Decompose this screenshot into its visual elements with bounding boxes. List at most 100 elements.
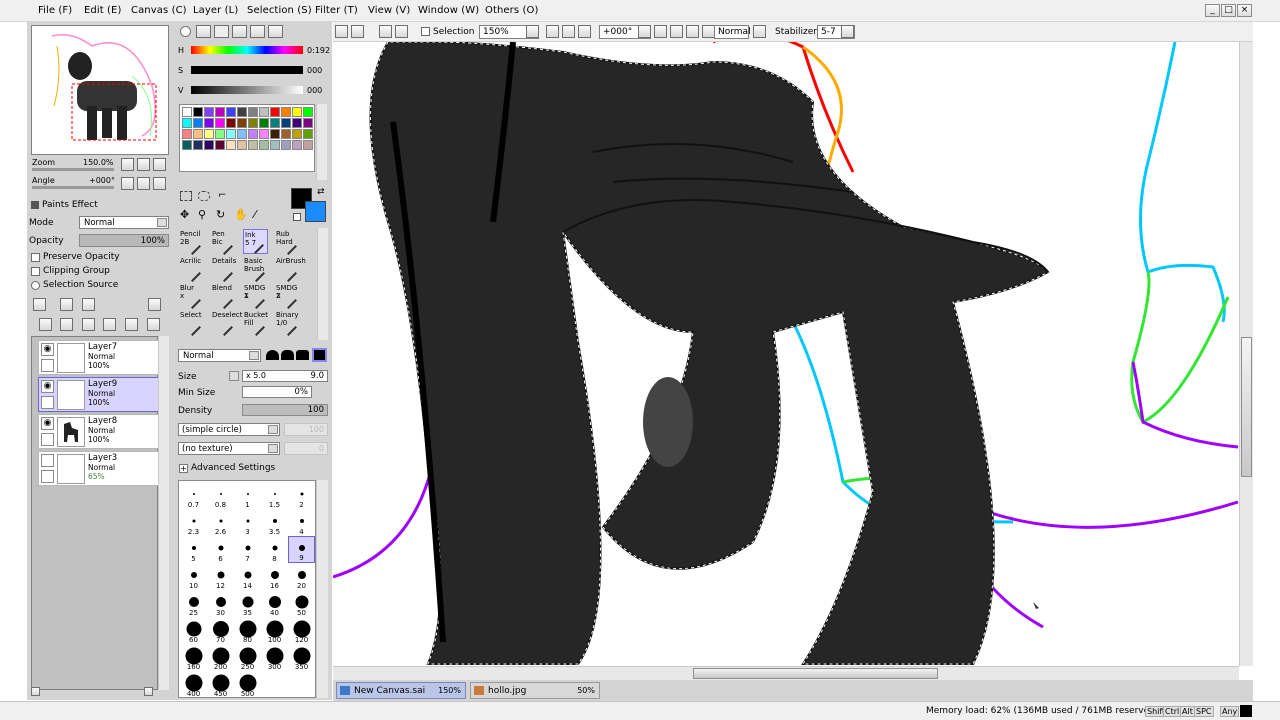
color-swatch[interactable]: [270, 140, 280, 150]
brush-size-option[interactable]: 80: [234, 617, 261, 644]
zoom-tool-icon[interactable]: ⚲: [198, 208, 206, 221]
brush-shape-select[interactable]: (simple circle): [178, 423, 280, 436]
menu-layer[interactable]: Layer (L): [193, 5, 238, 16]
tool-details[interactable]: Details: [211, 256, 236, 282]
brush-size-option[interactable]: 400: [180, 671, 207, 697]
tool-acrilic[interactable]: Acrilic: [179, 256, 204, 282]
horizontal-scroll-thumb[interactable]: [693, 668, 938, 679]
color-swatch[interactable]: [270, 118, 280, 128]
canvas-vertical-scrollbar[interactable]: [1239, 42, 1253, 666]
rotate-ccw-icon[interactable]: [654, 25, 667, 38]
rotate-left-button[interactable]: [121, 177, 134, 190]
new-layer-icon[interactable]: [33, 298, 46, 311]
color-swatch[interactable]: [259, 118, 269, 128]
color-swatch[interactable]: [226, 140, 236, 150]
tool-blur[interactable]: Blur x: [179, 283, 204, 309]
color-swatch[interactable]: [226, 107, 236, 117]
hue-slider[interactable]: [191, 46, 303, 54]
rgb-slider-icon[interactable]: [196, 25, 211, 38]
tool-binary[interactable]: Binary 1/0: [275, 310, 300, 336]
tool-basic[interactable]: Basic Brush: [243, 256, 268, 282]
layer-list-scrollbar[interactable]: [158, 336, 169, 690]
maximize-button[interactable]: □: [1221, 4, 1236, 17]
zoom-out-button[interactable]: [121, 158, 134, 171]
tab-hollo[interactable]: hollo.jpg 50%: [470, 682, 600, 699]
brush-edge-square-icon[interactable]: [312, 348, 327, 362]
color-swatch[interactable]: [193, 140, 203, 150]
color-swatch[interactable]: [281, 118, 291, 128]
layer-mode-select[interactable]: Normal: [79, 216, 169, 229]
color-swatch[interactable]: [259, 107, 269, 117]
color-swatch[interactable]: [237, 118, 247, 128]
color-swatch[interactable]: [303, 107, 313, 117]
lock-toggle[interactable]: [41, 359, 54, 372]
pen-icon[interactable]: [41, 396, 54, 409]
color-swatch[interactable]: [259, 129, 269, 139]
opacity-slider[interactable]: 100%: [79, 234, 169, 247]
layer-item[interactable]: ◉ Layer8 Normal 100%: [38, 414, 160, 449]
color-swatch[interactable]: [193, 129, 203, 139]
tool-select[interactable]: Select: [179, 310, 204, 336]
chevron-down-icon[interactable]: [638, 25, 651, 38]
merge-down-icon[interactable]: [60, 318, 73, 331]
rotate-reset-icon[interactable]: [686, 25, 699, 38]
brush-size-option[interactable]: 2: [288, 482, 315, 509]
brush-size-option[interactable]: 3: [234, 509, 261, 536]
color-swatch[interactable]: [215, 107, 225, 117]
brush-size-option[interactable]: 250: [234, 644, 261, 671]
minimize-button[interactable]: _: [1205, 4, 1220, 17]
zoom-slider[interactable]: [32, 168, 114, 171]
chevron-down-icon[interactable]: [526, 25, 539, 38]
layer-mask-icon[interactable]: [148, 298, 161, 311]
tool-smdg-1[interactable]: SMDG 1X: [243, 283, 268, 309]
color-swatch[interactable]: [215, 118, 225, 128]
lasso-icon[interactable]: [198, 191, 210, 201]
tool-deselect[interactable]: Deselect: [211, 310, 243, 336]
color-swatch[interactable]: [303, 140, 313, 150]
color-swatch[interactable]: [182, 118, 192, 128]
new-folder-icon[interactable]: [82, 298, 95, 311]
scroll-right-arrow[interactable]: [144, 687, 153, 696]
menu-view[interactable]: View (V): [368, 5, 410, 16]
collapse-icon[interactable]: [31, 201, 39, 209]
color-swatch[interactable]: [204, 118, 214, 128]
color-swatch[interactable]: [281, 140, 291, 150]
scratchpad-icon[interactable]: [268, 25, 283, 38]
color-swatch[interactable]: [204, 140, 214, 150]
zoom-reset-button[interactable]: [153, 158, 166, 171]
tool-bucket[interactable]: Bucket Fill: [243, 310, 268, 336]
menu-canvas[interactable]: Canvas (C): [131, 5, 187, 16]
menu-file[interactable]: File (F): [38, 5, 72, 16]
brush-size-option[interactable]: 10: [180, 563, 207, 590]
chevron-down-icon[interactable]: [841, 25, 854, 38]
color-swatch[interactable]: [182, 129, 192, 139]
undo-button[interactable]: [335, 25, 348, 38]
density-slider[interactable]: 100: [242, 404, 328, 416]
color-swatch[interactable]: [248, 140, 258, 150]
color-swatch[interactable]: [237, 140, 247, 150]
transfer-down-icon[interactable]: [39, 318, 52, 331]
size-multiplier-button[interactable]: [229, 371, 239, 381]
blend-mode-select[interactable]: Normal: [178, 349, 261, 362]
invert-selection-button[interactable]: [395, 25, 408, 38]
layer-item[interactable]: ◉ Layer9 Normal 100%: [38, 377, 160, 412]
advanced-settings-label[interactable]: Advanced Settings: [191, 463, 275, 473]
color-swatch[interactable]: [215, 140, 225, 150]
color-swatch[interactable]: [204, 129, 214, 139]
brush-size-option[interactable]: 6: [207, 536, 234, 563]
deselect-button[interactable]: [379, 25, 392, 38]
rotate-right-button[interactable]: [137, 177, 150, 190]
brush-size-option[interactable]: 1: [234, 482, 261, 509]
color-swatch[interactable]: [226, 129, 236, 139]
expand-icon[interactable]: +: [179, 464, 188, 473]
color-swatch[interactable]: [193, 107, 203, 117]
color-swatch[interactable]: [193, 118, 203, 128]
tool-airbrush[interactable]: AirBrush: [275, 256, 306, 282]
brush-size-option[interactable]: 5: [180, 536, 207, 563]
brush-shape-strength[interactable]: 100: [284, 423, 328, 436]
transparent-color-icon[interactable]: [293, 213, 301, 221]
menu-selection[interactable]: Selection (S): [247, 5, 312, 16]
tool-pencil[interactable]: Pencil 2B: [179, 229, 204, 255]
color-swatch[interactable]: [226, 118, 236, 128]
clear-layer-icon[interactable]: [82, 318, 95, 331]
